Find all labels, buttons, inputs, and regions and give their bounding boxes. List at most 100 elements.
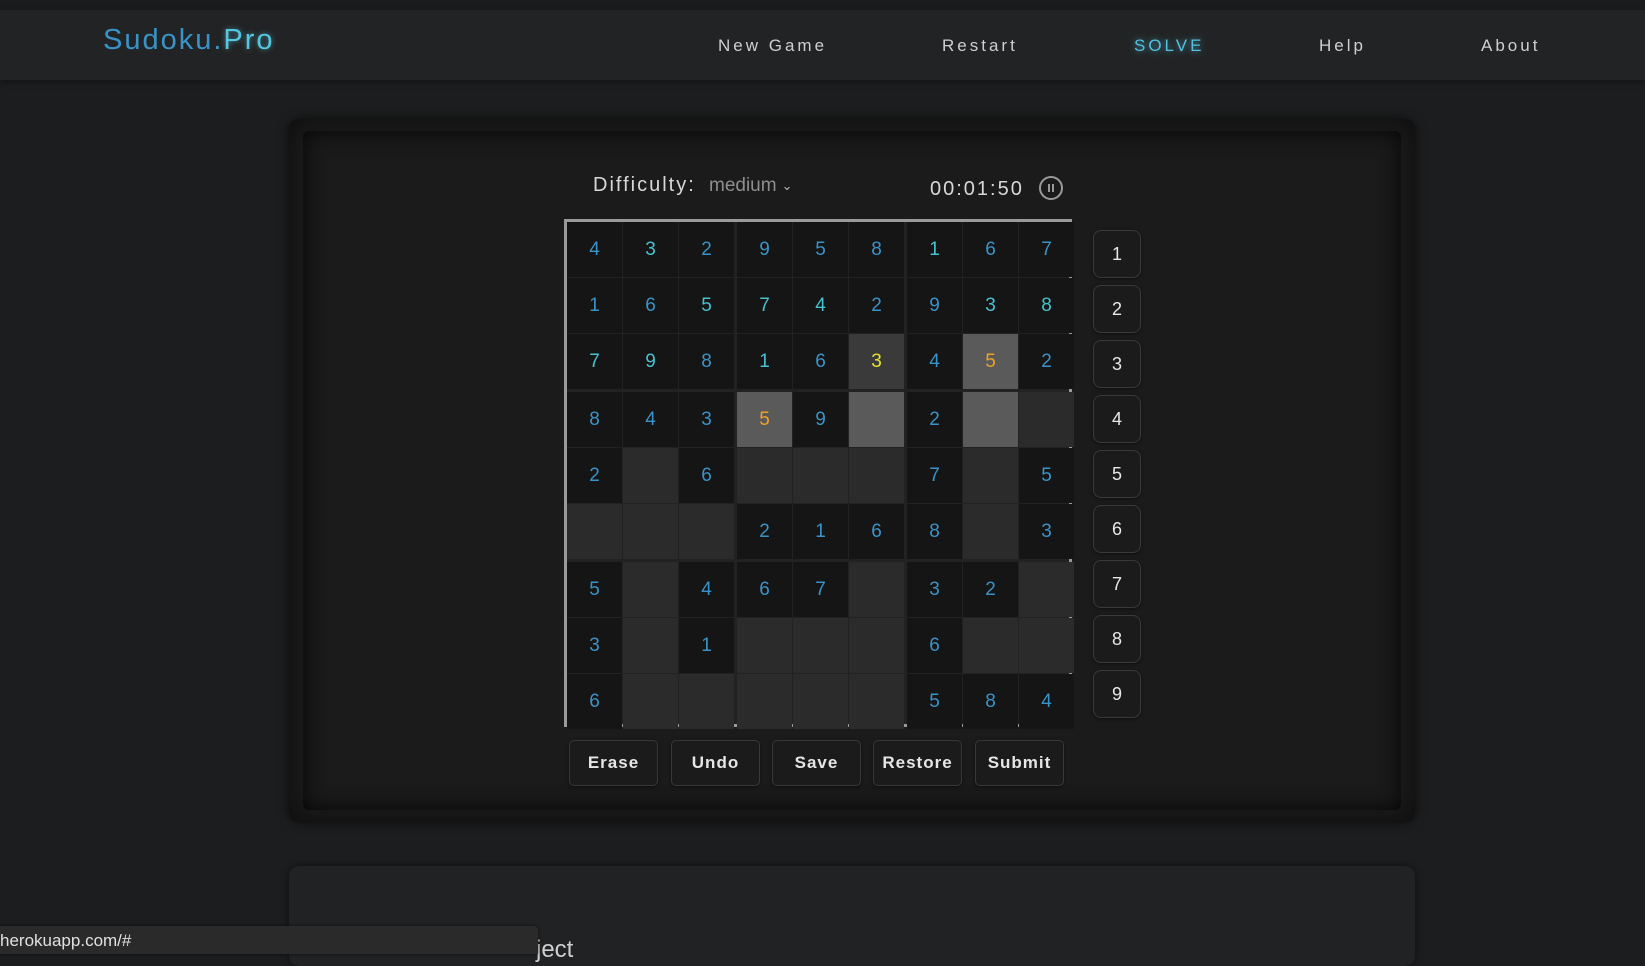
board-cell[interactable]: 3 [963,278,1018,333]
board-cell[interactable]: 1 [907,222,962,277]
board-cell[interactable]: 6 [567,674,622,729]
board-cell[interactable] [793,674,848,729]
board-cell[interactable] [849,448,904,503]
board-cell[interactable] [567,504,622,559]
save-button[interactable]: Save [772,740,861,786]
board-cell[interactable]: 6 [793,334,848,389]
board-cell[interactable]: 3 [907,562,962,617]
restore-button[interactable]: Restore [873,740,962,786]
board-cell[interactable]: 4 [907,334,962,389]
board-cell[interactable]: 7 [567,334,622,389]
board-cell[interactable]: 4 [679,562,734,617]
board-cell[interactable]: 5 [567,562,622,617]
board-cell[interactable]: 5 [1019,448,1074,503]
board-cell[interactable] [963,392,1018,447]
board-cell[interactable] [737,448,792,503]
numpad-button[interactable]: 6 [1093,505,1141,553]
undo-button[interactable]: Undo [671,740,760,786]
board-cell[interactable]: 3 [1019,504,1074,559]
board-cell[interactable]: 7 [793,562,848,617]
board-cell[interactable]: 6 [737,562,792,617]
board-cell[interactable] [849,562,904,617]
board-cell[interactable]: 7 [907,448,962,503]
board-cell[interactable]: 2 [849,278,904,333]
nav-new-game[interactable]: New Game [718,36,827,56]
board-cell[interactable] [679,504,734,559]
board-cell[interactable]: 7 [1019,222,1074,277]
board-cell[interactable]: 1 [737,334,792,389]
board-cell[interactable]: 5 [793,222,848,277]
numpad-button[interactable]: 3 [1093,340,1141,388]
board-cell[interactable]: 6 [849,504,904,559]
board-cell[interactable]: 9 [907,278,962,333]
board-cell[interactable]: 3 [623,222,678,277]
board-cell[interactable]: 6 [679,448,734,503]
board-cell[interactable]: 5 [963,334,1018,389]
board-cell[interactable] [963,504,1018,559]
board-cell[interactable]: 2 [907,392,962,447]
board-cell[interactable]: 1 [679,618,734,673]
board-cell[interactable]: 8 [679,334,734,389]
board-cell[interactable] [1019,618,1074,673]
board-cell[interactable] [623,562,678,617]
board-cell[interactable]: 8 [1019,278,1074,333]
board-cell[interactable]: 2 [567,448,622,503]
board-cell[interactable] [1019,562,1074,617]
board-cell[interactable] [679,674,734,729]
board-cell[interactable] [849,674,904,729]
board-cell[interactable]: 8 [907,504,962,559]
numpad-button[interactable]: 2 [1093,285,1141,333]
board-cell[interactable]: 4 [793,278,848,333]
board-cell[interactable]: 9 [737,222,792,277]
board-cell[interactable]: 1 [567,278,622,333]
board-cell[interactable] [623,674,678,729]
board-cell[interactable]: 2 [1019,334,1074,389]
board-cell[interactable]: 4 [623,392,678,447]
board-cell[interactable] [963,448,1018,503]
board-cell[interactable]: 6 [623,278,678,333]
board-cell[interactable]: 4 [567,222,622,277]
board-cell[interactable] [623,504,678,559]
board-cell[interactable] [849,392,904,447]
board-cell[interactable]: 3 [679,392,734,447]
board-cell[interactable]: 2 [737,504,792,559]
board-cell[interactable]: 8 [567,392,622,447]
board-cell[interactable] [849,618,904,673]
board-cell[interactable]: 3 [849,334,904,389]
board-cell[interactable]: 6 [963,222,1018,277]
board-cell[interactable]: 8 [849,222,904,277]
pause-icon[interactable] [1039,176,1063,200]
board-cell[interactable] [1019,392,1074,447]
board-cell[interactable]: 6 [907,618,962,673]
board-cell[interactable]: 8 [963,674,1018,729]
board-cell[interactable]: 5 [737,392,792,447]
board-cell[interactable]: 1 [793,504,848,559]
nav-solve[interactable]: SOLVE [1134,36,1204,56]
numpad-button[interactable]: 9 [1093,670,1141,718]
board-cell[interactable] [737,674,792,729]
erase-button[interactable]: Erase [569,740,658,786]
numpad-button[interactable]: 5 [1093,450,1141,498]
board-cell[interactable]: 2 [679,222,734,277]
board-cell[interactable]: 5 [679,278,734,333]
board-cell[interactable]: 9 [793,392,848,447]
numpad-button[interactable]: 4 [1093,395,1141,443]
board-cell[interactable]: 7 [737,278,792,333]
board-cell[interactable] [793,448,848,503]
board-cell[interactable]: 9 [623,334,678,389]
difficulty-select[interactable]: medium ⌄ [709,175,792,197]
board-cell[interactable] [737,618,792,673]
board-cell[interactable] [623,618,678,673]
numpad-button[interactable]: 1 [1093,230,1141,278]
board-cell[interactable] [623,448,678,503]
board-cell[interactable]: 2 [963,562,1018,617]
nav-restart[interactable]: Restart [942,36,1018,56]
board-cell[interactable] [963,618,1018,673]
brand-logo[interactable]: Sudoku.Pro [103,24,275,57]
nav-about[interactable]: About [1481,36,1540,56]
board-cell[interactable]: 4 [1019,674,1074,729]
board-cell[interactable] [793,618,848,673]
numpad-button[interactable]: 7 [1093,560,1141,608]
board-cell[interactable]: 3 [567,618,622,673]
numpad-button[interactable]: 8 [1093,615,1141,663]
